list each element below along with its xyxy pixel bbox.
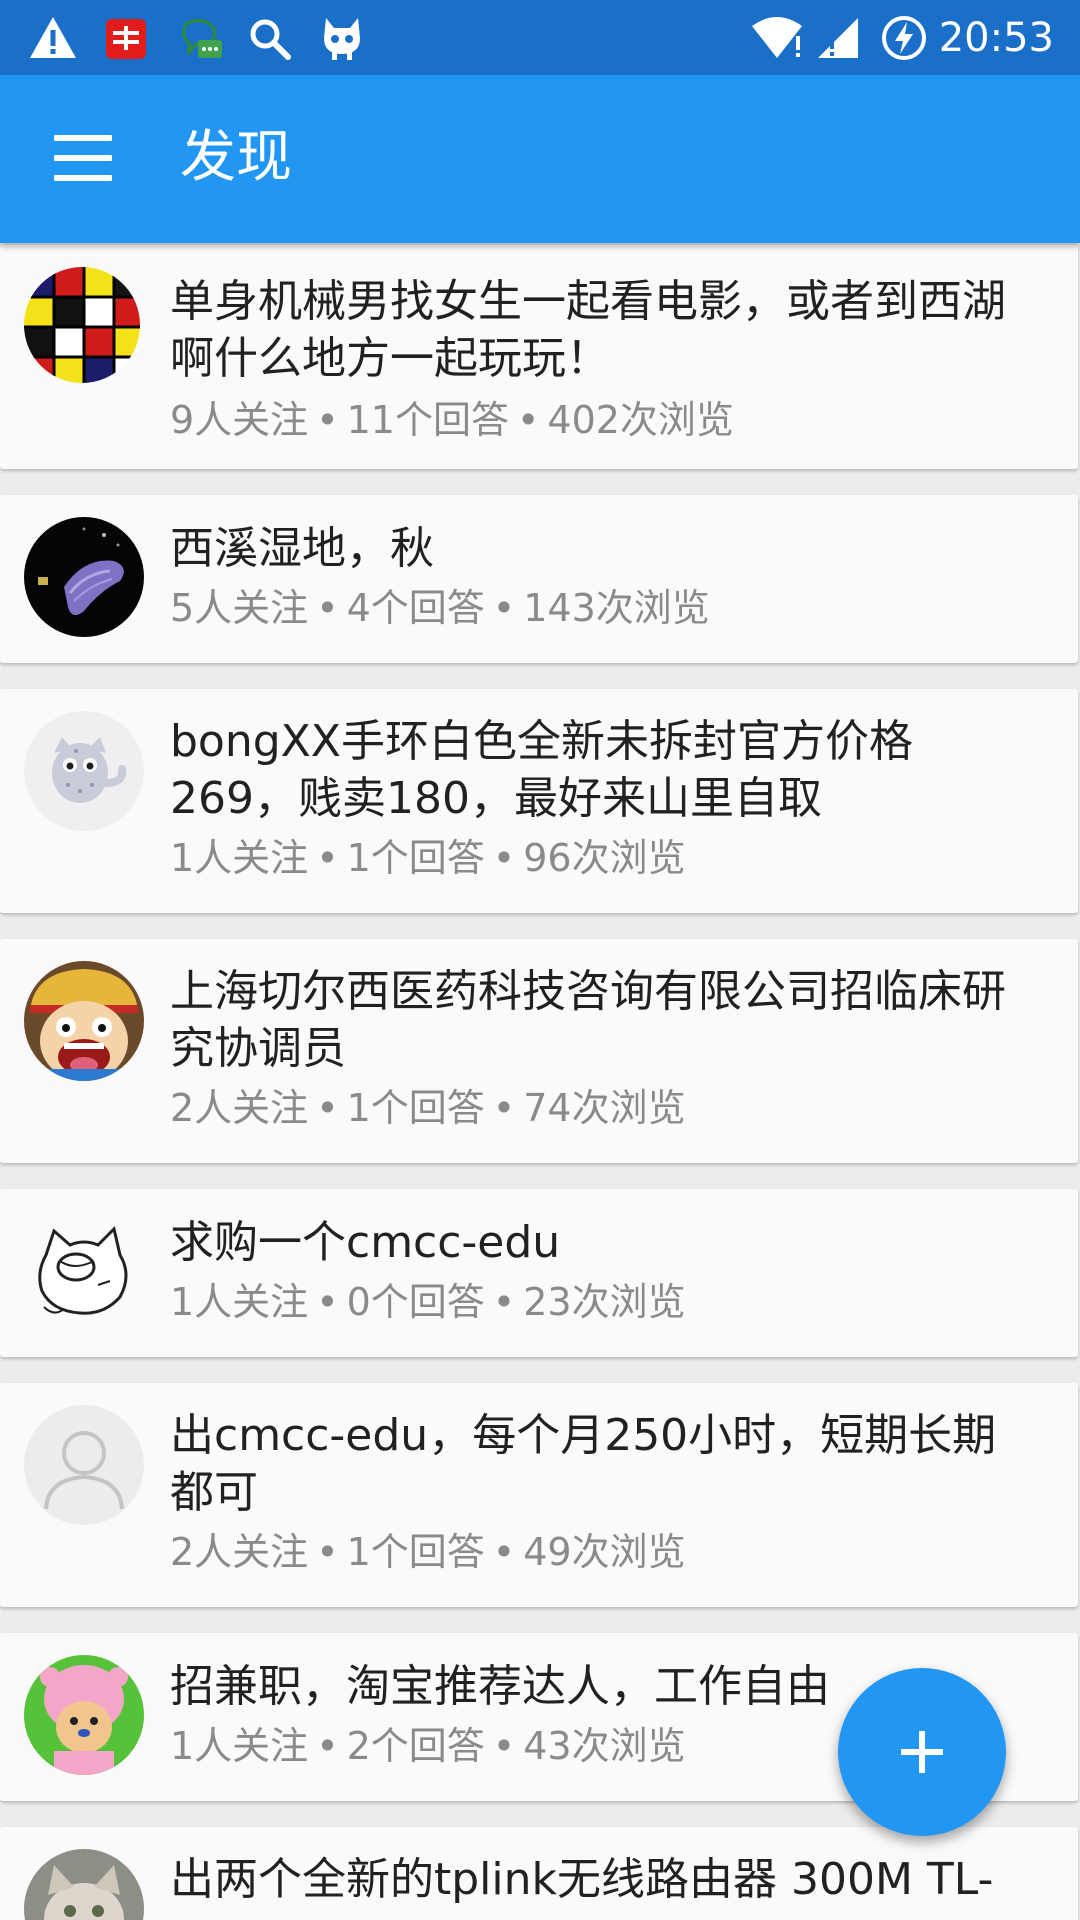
question-card[interactable]: 出两个全新的tplink无线路由器 300M TL- <box>0 1827 1078 1920</box>
meta-separator: • <box>492 1280 516 1324</box>
meta-separator: • <box>316 1086 339 1130</box>
user-avatar[interactable] <box>24 1405 144 1525</box>
android-cat-icon <box>324 18 360 60</box>
answer-count: 0个回答 <box>346 1280 485 1324</box>
view-count: 49次浏览 <box>523 1530 686 1574</box>
follow-count: 1人关注 <box>170 1724 309 1768</box>
meta-separator: • <box>316 1280 339 1324</box>
question-title[interactable]: 西溪湿地，秋 <box>170 520 1038 577</box>
answer-count: 4个回答 <box>346 586 485 630</box>
question-card[interactable]: 西溪湿地，秋 5人关注 • 4个回答 • 143次浏览 <box>0 495 1078 663</box>
meta-separator: • <box>492 1086 516 1130</box>
question-meta: 9人关注 • 11个回答 • 402次浏览 <box>170 395 734 445</box>
view-count: 402次浏览 <box>547 398 734 442</box>
answer-count: 1个回答 <box>346 1086 485 1130</box>
follow-count: 1人关注 <box>170 1280 309 1324</box>
question-card[interactable]: bongXX手环白色全新未拆封官方价格269，贱卖180，最好来山里自取 1人关… <box>0 689 1078 913</box>
user-avatar[interactable] <box>24 711 144 831</box>
view-count: 43次浏览 <box>523 1724 686 1768</box>
question-card[interactable]: 求购一个cmcc-edu 1人关注 • 0个回答 • 23次浏览 <box>0 1189 1078 1357</box>
question-title[interactable]: 出cmcc-edu，每个月250小时，短期长期都可 <box>170 1407 1038 1521</box>
meta-separator: • <box>316 586 339 630</box>
meta-separator: • <box>316 398 339 442</box>
question-meta: 1人关注 • 0个回答 • 23次浏览 <box>170 1277 686 1327</box>
user-avatar[interactable] <box>24 1655 144 1775</box>
meta-separator: • <box>492 1530 516 1574</box>
page-title: 发现 <box>180 125 292 190</box>
warning-icon <box>30 17 76 58</box>
clock: 20:53 <box>938 15 1054 61</box>
question-meta: 1人关注 • 1个回答 • 96次浏览 <box>170 833 686 883</box>
question-meta: 2人关注 • 1个回答 • 49次浏览 <box>170 1527 686 1577</box>
question-title[interactable]: 求购一个cmcc-edu <box>170 1214 1038 1271</box>
hamburger-menu-icon[interactable] <box>54 135 112 181</box>
meta-separator: • <box>316 836 339 880</box>
question-card[interactable]: 单身机械男找女生一起看电影，或者到西湖啊什么地方一起玩玩！ 9人关注 • 11个回答… <box>0 245 1078 469</box>
view-count: 96次浏览 <box>523 836 686 880</box>
follow-count: 1人关注 <box>170 836 309 880</box>
view-count: 74次浏览 <box>523 1086 686 1130</box>
question-card[interactable]: 出cmcc-edu，每个月250小时，短期长期都可 2人关注 • 1个回答 • 49次浏… <box>0 1383 1078 1607</box>
user-avatar[interactable] <box>24 517 144 637</box>
search-icon <box>250 19 291 60</box>
question-meta: 5人关注 • 4个回答 • 143次浏览 <box>170 583 710 633</box>
follow-count: 2人关注 <box>170 1530 309 1574</box>
view-count: 143次浏览 <box>523 586 710 630</box>
meta-separator: • <box>492 586 516 630</box>
question-card[interactable]: 上海切尔西医药科技咨询有限公司招临床研究协调员 2人关注 • 1个回答 • 74次浏览 <box>0 939 1078 1163</box>
youdao-app-icon <box>106 19 146 59</box>
follow-count: 9人关注 <box>170 398 309 442</box>
user-avatar[interactable] <box>24 1849 144 1920</box>
add-question-button[interactable] <box>838 1668 1006 1836</box>
status-bar: 20:53 <box>0 0 1080 75</box>
chat-bubble-icon <box>182 19 222 58</box>
answer-count: 1个回答 <box>346 1530 485 1574</box>
signal-icon <box>818 18 858 58</box>
meta-separator: • <box>316 1530 339 1574</box>
question-title[interactable]: 上海切尔西医药科技咨询有限公司招临床研究协调员 <box>170 963 1038 1077</box>
question-title[interactable]: 出两个全新的tplink无线路由器 300M TL- <box>170 1851 1038 1908</box>
follow-count: 2人关注 <box>170 1086 309 1130</box>
question-meta: 2人关注 • 1个回答 • 74次浏览 <box>170 1083 686 1133</box>
user-avatar[interactable] <box>24 961 144 1081</box>
question-meta: 1人关注 • 2个回答 • 43次浏览 <box>170 1721 686 1771</box>
answer-count: 2个回答 <box>346 1724 485 1768</box>
answer-count: 1个回答 <box>346 836 485 880</box>
meta-separator: • <box>316 1724 339 1768</box>
follow-count: 5人关注 <box>170 586 309 630</box>
meta-separator: • <box>492 1724 516 1768</box>
view-count: 23次浏览 <box>523 1280 686 1324</box>
meta-separator: • <box>516 398 540 442</box>
user-avatar[interactable] <box>24 1211 144 1331</box>
question-title[interactable]: bongXX手环白色全新未拆封官方价格269，贱卖180，最好来山里自取 <box>170 713 1038 827</box>
user-avatar[interactable] <box>24 267 140 383</box>
question-title[interactable]: 单身机械男找女生一起看电影，或者到西湖啊什么地方一起玩玩！ <box>170 273 1038 387</box>
app-bar: 发现 <box>0 75 1080 243</box>
battery-charging-icon <box>882 16 926 60</box>
meta-separator: • <box>492 836 516 880</box>
wifi-icon <box>752 17 802 58</box>
answer-count: 11个回答 <box>346 398 509 442</box>
